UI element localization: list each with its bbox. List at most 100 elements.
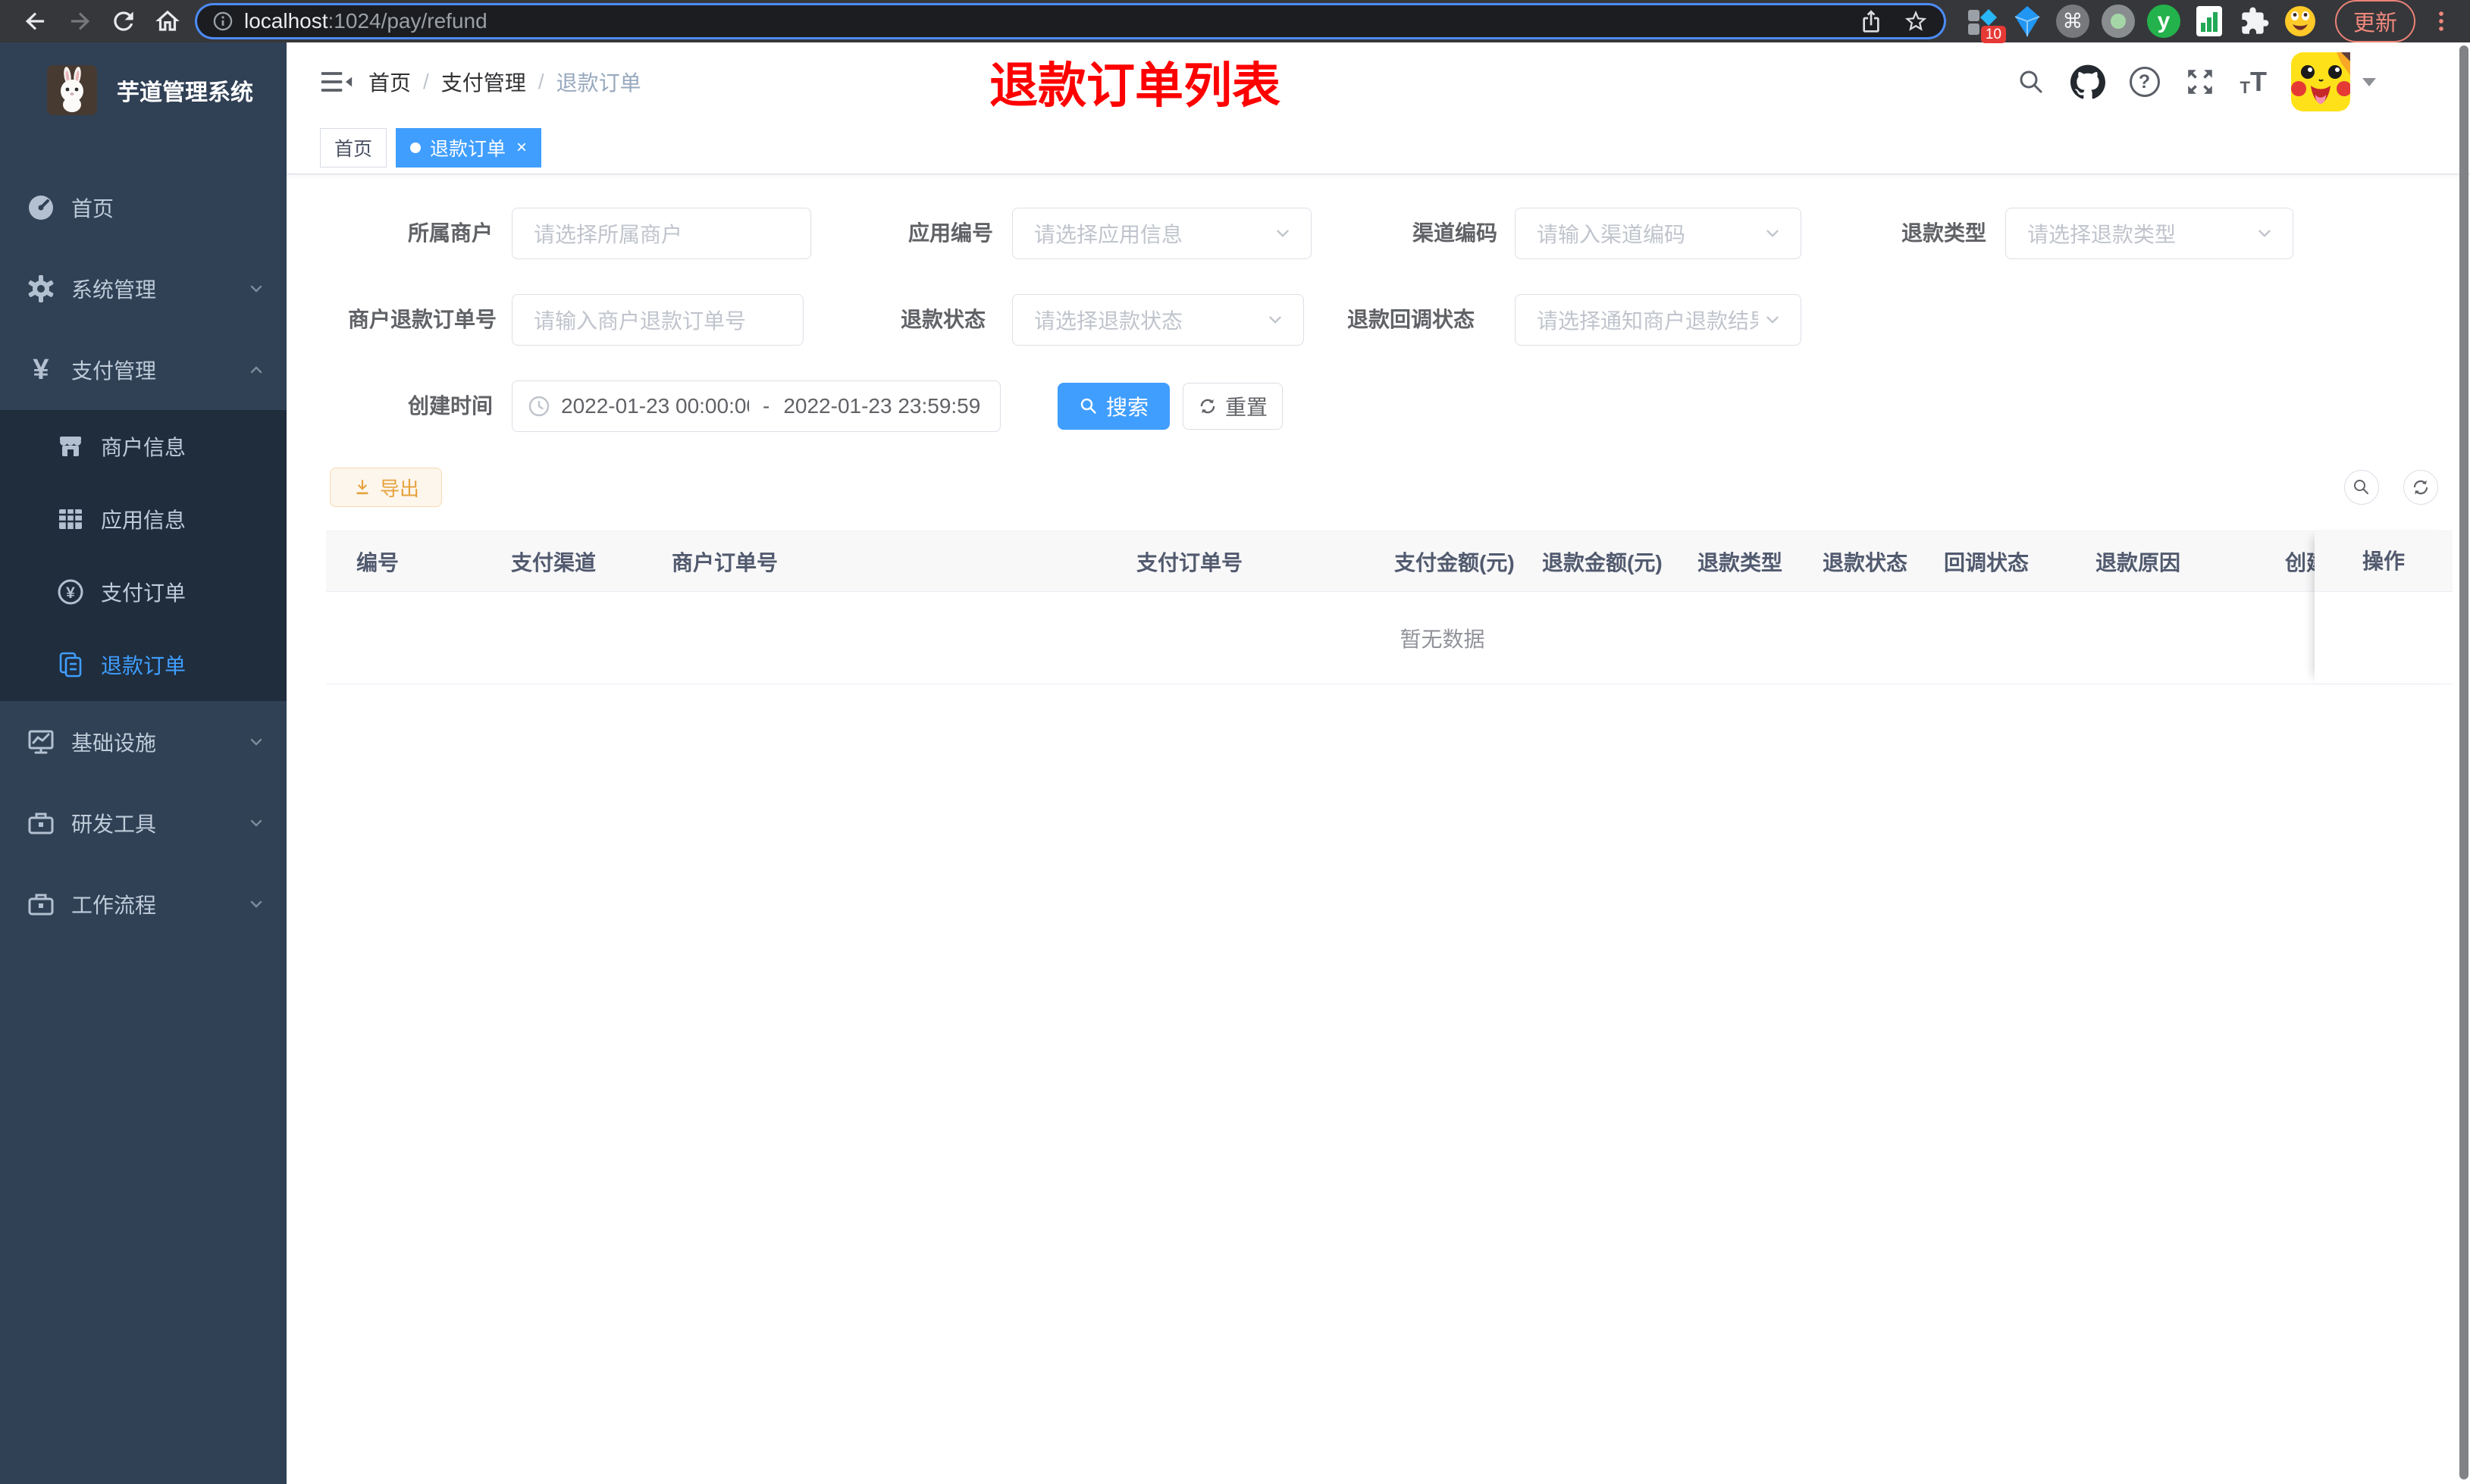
chevron-up-icon (250, 365, 262, 373)
table-empty-state: 暂无数据 (326, 592, 2453, 684)
sidebar-item-system[interactable]: 系统管理 (0, 248, 287, 329)
sidebar-item-pay-order[interactable]: ¥ 支付订单 (0, 556, 287, 628)
font-size-icon[interactable]: TT (2240, 66, 2267, 98)
notify-status-select[interactable]: 请选择通知商户退款结果 (1515, 294, 1801, 346)
sidebar-item-infra[interactable]: 基础设施 (0, 701, 287, 782)
back-button[interactable] (14, 0, 58, 42)
tags-bar: 首页 退款订单 × (287, 121, 2470, 174)
sidebar-item-workflow[interactable]: 工作流程 (0, 863, 287, 944)
active-dot-icon (410, 142, 422, 153)
create-time-range-picker[interactable]: 2022-01-23 00:00:00 - 2022-01-23 23:59:5… (512, 380, 1001, 432)
sidebar-item-dev-tools[interactable]: 研发工具 (0, 782, 287, 863)
merchant-select[interactable]: 请选择所属商户 (512, 208, 811, 259)
fullscreen-icon[interactable] (2184, 66, 2216, 98)
caret-down-icon (2362, 77, 2376, 86)
refresh-table-button[interactable] (2403, 470, 2438, 505)
col-refund-type: 退款类型 (1697, 550, 1783, 575)
col-pay-channel: 支付渠道 (511, 550, 597, 575)
extension-badge: 10 (1980, 26, 2006, 43)
extension-vue-devtools[interactable]: 10 (1959, 0, 2006, 43)
chart-square-icon (2196, 6, 2222, 36)
address-bar[interactable]: localhost:1024/pay/refund (197, 5, 1944, 37)
filter-label-merchant: 所属商户 (407, 221, 493, 245)
breadcrumb: 首页 / 支付管理 / 退款订单 (368, 42, 641, 121)
github-icon[interactable] (2070, 64, 2105, 99)
chevron-down-icon (2258, 230, 2271, 237)
show-search-toggle-button[interactable] (2344, 470, 2379, 505)
col-refund-status: 退款状态 (1823, 550, 1908, 575)
back-icon (25, 12, 45, 30)
sidebar-item-home[interactable]: 首页 (0, 167, 287, 248)
date-range-separator: - (763, 394, 770, 418)
extension-recorder[interactable] (2095, 0, 2141, 42)
extension-gem[interactable] (2005, 0, 2050, 42)
update-button[interactable]: 更新 (2334, 0, 2415, 42)
filter-label-notify-status: 退款回调状态 (1346, 308, 1475, 331)
puzzle-icon (2242, 7, 2269, 34)
chevron-down-icon (250, 738, 262, 746)
page-scrollbar[interactable] (2459, 45, 2468, 1479)
extension-y[interactable]: y (2141, 0, 2186, 42)
refresh-icon (2413, 480, 2428, 495)
extensions-menu[interactable] (2232, 0, 2277, 42)
breadcrumb-pay[interactable]: 支付管理 (441, 67, 526, 97)
col-refund-reason: 退款原因 (2095, 550, 2181, 575)
search-icon[interactable] (2016, 67, 2046, 97)
home-icon (155, 10, 180, 31)
sidebar-item-app-info[interactable]: 应用信息 (0, 483, 287, 556)
bookmark-star-icon[interactable] (1903, 8, 1929, 34)
export-button[interactable]: 导出 (330, 468, 442, 507)
col-merchant-order-no: 商户订单号 (672, 550, 779, 575)
search-button[interactable]: 搜索 (1058, 383, 1170, 430)
share-icon[interactable] (1859, 9, 1883, 33)
breadcrumb-home[interactable]: 首页 (368, 67, 411, 97)
filter-label-refund-status: 退款状态 (900, 308, 986, 331)
profile-avatar[interactable] (2277, 0, 2323, 42)
tab-refund-order[interactable]: 退款订单 × (396, 127, 542, 167)
sidebar-menu: 首页 系统管理 ¥ 支付管理 商户信息 应用信息 ¥ 支付订单 退款订单 基础设… (0, 167, 287, 944)
merchant-refund-no-input[interactable]: 请输入商户退款订单号 (512, 294, 804, 346)
refund-status-select[interactable]: 请选择退款状态 (1012, 294, 1304, 346)
dashboard-icon (29, 195, 53, 220)
user-menu[interactable] (2291, 52, 2376, 111)
green-dot-icon (2101, 5, 2135, 38)
yen-icon: ¥ (33, 353, 49, 386)
reload-icon (114, 11, 133, 31)
col-callback-status: 回调状态 (1944, 550, 2030, 575)
tab-home[interactable]: 首页 (320, 127, 387, 167)
col-create-time: 创建时间 (2285, 550, 2315, 575)
emoji-face-icon (2284, 6, 2315, 36)
documents-icon (59, 652, 82, 678)
forward-button[interactable] (58, 0, 102, 42)
gem-icon (2014, 6, 2040, 36)
filter-label-channel-code: 渠道编码 (1412, 221, 1497, 245)
filter-label-merchant-refund-no: 商户退款订单号 (347, 308, 497, 331)
chevron-down-icon (250, 819, 262, 827)
extension-command[interactable]: ⌘ (2050, 0, 2095, 42)
download-icon (356, 480, 368, 495)
app-no-select[interactable]: 请选择应用信息 (1012, 208, 1312, 259)
browser-menu-button[interactable] (2426, 0, 2456, 42)
table-header-row: 编号 支付渠道 商户订单号 支付订单号 支付金额(元) 退款金额(元) 退款类型… (326, 531, 2453, 592)
col-pay-amount: 支付金额(元) (1394, 550, 1515, 575)
chevron-down-icon (250, 900, 262, 908)
url-host: localhost (244, 9, 328, 33)
reload-button[interactable] (102, 0, 146, 42)
search-icon (2354, 480, 2368, 494)
extension-chart[interactable] (2186, 0, 2232, 42)
sidebar-item-pay[interactable]: ¥ 支付管理 (0, 329, 287, 410)
home-button[interactable] (146, 0, 190, 42)
reset-button[interactable]: 重置 (1183, 383, 1283, 430)
refund-type-select[interactable]: 请选择退款类型 (2005, 208, 2293, 259)
channel-code-input[interactable]: 请输入渠道编码 (1515, 208, 1801, 259)
sidebar-item-refund-order[interactable]: 退款订单 (0, 628, 287, 701)
shop-icon (60, 437, 81, 456)
sidebar-item-merchant-info[interactable]: 商户信息 (0, 410, 287, 483)
tab-close-icon[interactable]: × (516, 138, 527, 157)
logo-row[interactable]: 芋道管理系统 (0, 42, 287, 138)
chevron-down-icon (1269, 316, 1281, 324)
help-icon[interactable]: ? (2129, 67, 2160, 97)
sidebar-collapse-icon[interactable] (320, 65, 353, 99)
col-refund-amount: 退款金额(元) (1542, 550, 1663, 575)
navbar-actions: ? TT (2016, 42, 2470, 121)
